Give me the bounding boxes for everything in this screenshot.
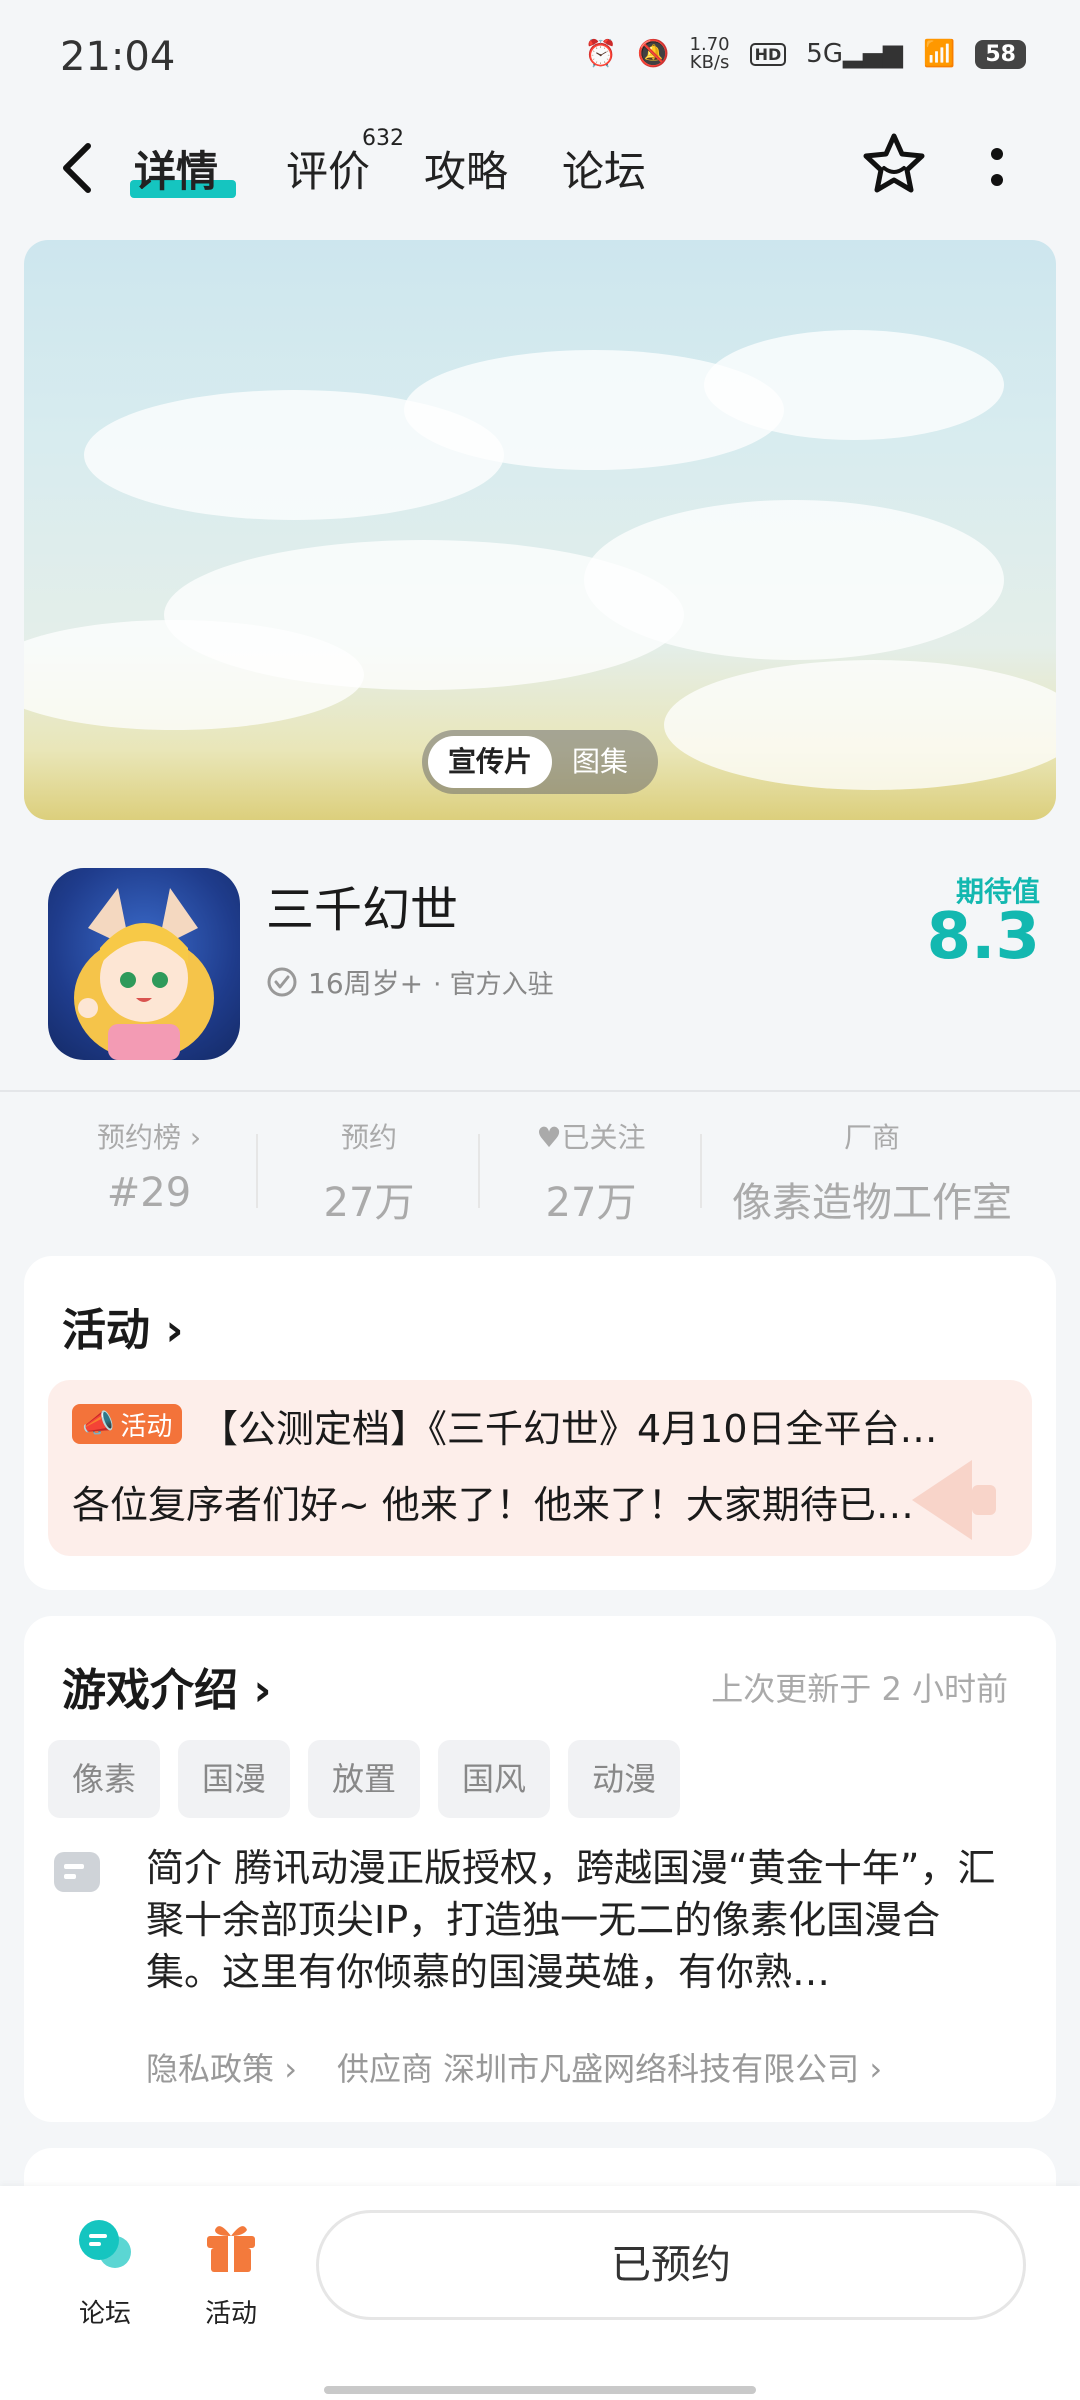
tag-list: 像素 国漫 放置 国风 动漫 [48,1740,681,1818]
stats-row: 预约榜 › #29 预约 27万 ♥已关注 27万 厂商 像素造物工作室 [0,1110,1080,1230]
media-toggle[interactable]: 宣传片 图集 [422,730,658,794]
chevron-right-icon: › [189,1121,202,1154]
back-icon[interactable] [54,140,104,196]
expectation-score: 8.3 [926,900,1040,974]
tag-chip[interactable]: 国风 [438,1740,551,1818]
tab-guides[interactable]: 攻略 [424,138,508,199]
reserved-button[interactable]: 已预约 [316,2210,1026,2320]
last-updated: 上次更新于 2 小时前 [711,1670,1008,1708]
supplier-link[interactable]: 供应商 深圳市凡盛网络科技有限公司 › [337,2044,882,2090]
tab-reviews[interactable]: 评价 [286,138,370,199]
tab-forum[interactable]: 论坛 [562,138,646,199]
app-name: 三千幻世 [266,882,459,938]
tag-chip[interactable]: 放置 [308,1740,421,1818]
forum-button[interactable]: 论坛 [60,2216,150,2330]
mute-icon: 🔕 [637,39,670,69]
privacy-policy-link[interactable]: 隐私政策 › [146,2044,297,2090]
official-label: · 官方入驻 [433,969,554,1000]
gift-icon [207,2226,255,2272]
tab-details[interactable]: 详情 [134,138,218,199]
app-icon [48,868,240,1060]
stat-reserve-rank[interactable]: 预约榜 › #29 [40,1110,258,1230]
battery-icon: 58 [975,39,1026,69]
alarm-icon: ⏰ [584,39,618,69]
game-intro-title[interactable]: 游戏介绍 › [62,1654,271,1718]
divider [0,1090,1080,1092]
tag-chip[interactable]: 像素 [48,1740,161,1818]
media-video-option[interactable]: 宣传片 [428,736,553,788]
chevron-right-icon: › [253,1665,272,1716]
chevron-right-icon: › [165,1305,184,1356]
review-count-badge: 632 [362,126,404,151]
megaphone-icon: 📣 [82,1409,115,1439]
heart-check-icon: ♥ [536,1121,562,1154]
policy-row: 隐私政策 › 供应商 深圳市凡盛网络科技有限公司 › [146,2044,882,2090]
chat-bubble-icon [79,2220,131,2268]
tag-chip[interactable]: 国漫 [178,1740,291,1818]
game-description[interactable]: 简介 腾讯动漫正版授权，跨越国漫“黄金十年”，汇聚十余部顶尖IP，打造独一无二的… [146,1842,1016,1998]
app-meta: 16周岁+ · 官方入驻 [266,962,554,1002]
media-gallery-option[interactable]: 图集 [552,736,648,788]
stat-followed[interactable]: ♥已关注 27万 [480,1110,702,1230]
signal-icon: 5G▂▄▆ [806,39,903,69]
activity-headline[interactable]: 【公测定档】《三千幻世》4月10日全平台… [200,1398,1000,1453]
status-time: 21:04 [60,34,176,80]
hd-badge: HD [749,42,787,66]
more-icon[interactable] [982,140,1012,196]
verified-icon [267,967,297,997]
net-speed: 1.70 KB/s [689,34,730,73]
activity-section-title[interactable]: 活动 › [62,1294,183,1358]
favorite-star-icon[interactable] [860,130,928,198]
description-icon [54,1852,100,1892]
home-indicator[interactable] [324,2386,756,2394]
wifi-icon: 📶 [923,39,956,69]
age-rating: 16周岁+ [308,967,424,1000]
activity-tag: 📣 活动 [72,1404,183,1444]
activity-body[interactable]: 各位复序者们好~ 他来了！他来了！大家期待已… [72,1474,1002,1529]
activity-button[interactable]: 活动 [186,2216,276,2330]
tag-chip[interactable]: 动漫 [568,1740,681,1818]
stat-developer[interactable]: 厂商 像素造物工作室 [702,1110,1042,1230]
stat-reservations: 预约 27万 [258,1110,480,1230]
status-icons: ⏰ 🔕 1.70 KB/s HD 5G▂▄▆ 📶 58 [585,36,1026,72]
